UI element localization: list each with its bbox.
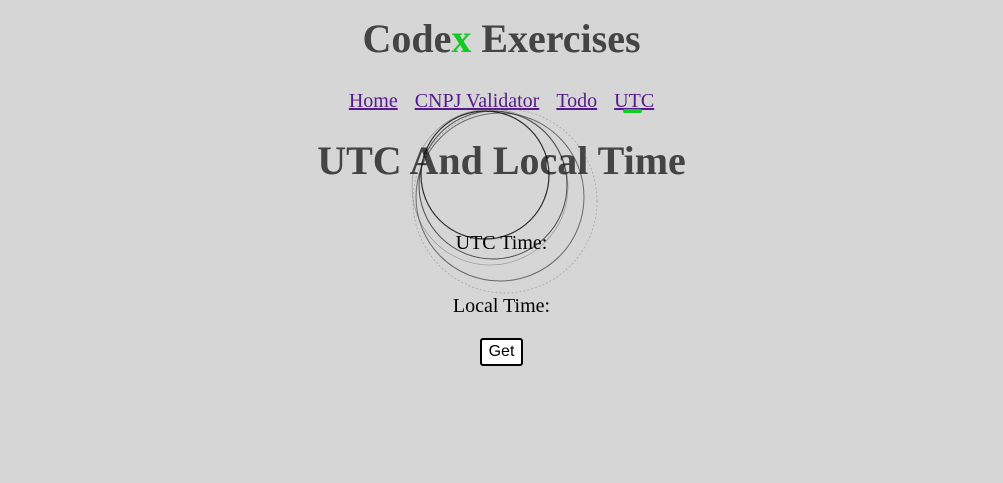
site-title-accent: x (451, 16, 472, 61)
get-button-wrapper: Get (0, 338, 1003, 366)
local-time-label: Local Time: (452, 295, 551, 317)
nav-link-utc[interactable]: UTC (614, 90, 654, 112)
nav-link-home[interactable]: Home (349, 90, 398, 112)
get-button[interactable]: Get (479, 338, 524, 366)
loading-spinner-overlay (411, 108, 598, 294)
nav-link-cnpj-validator[interactable]: CNPJ Validator (415, 90, 540, 112)
page-heading: UTC And Local Time (317, 138, 686, 183)
site-title-prefix: Code (362, 16, 452, 61)
utc-time-label: UTC Time: (455, 232, 548, 254)
local-time-row: Local Time: (0, 294, 1003, 318)
site-title-suffix: Exercises (471, 16, 641, 61)
main-nav: Home CNPJ Validator Todo UTC (0, 89, 1003, 113)
utc-time-row: UTC Time: (0, 231, 1003, 255)
site-title: Codex Exercises (0, 16, 1003, 62)
nav-link-todo[interactable]: Todo (556, 90, 597, 112)
